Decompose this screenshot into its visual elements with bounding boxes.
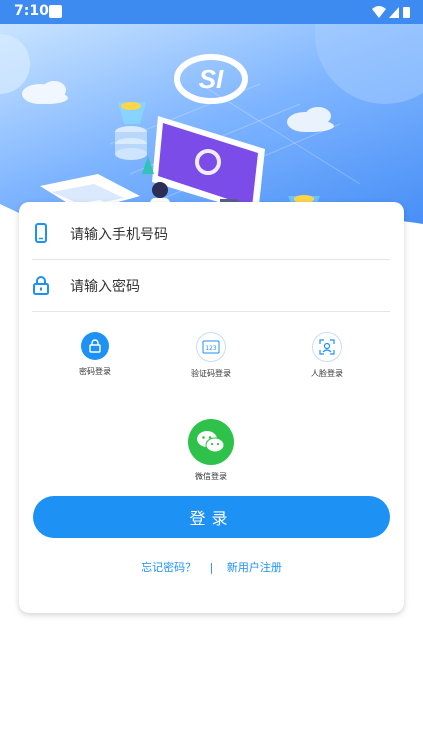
si-logo: SI: [174, 54, 248, 104]
register-link[interactable]: 新用户注册: [227, 561, 282, 574]
wechat-login[interactable]: 微信登录: [171, 419, 251, 482]
status-bar: 7:10: [0, 0, 423, 24]
wechat-icon: [188, 419, 234, 465]
login-method-code[interactable]: 123 验证码登录: [171, 332, 251, 379]
link-separator: |: [209, 561, 214, 574]
forgot-password-link[interactable]: 忘记密码？: [141, 561, 196, 574]
face-scan-icon: [312, 332, 342, 362]
notification-icon: [49, 5, 62, 18]
password-field: [32, 263, 390, 312]
status-time: 7:10: [14, 3, 49, 19]
lock-icon: [33, 276, 49, 295]
password-input[interactable]: [68, 273, 382, 301]
login-method-password[interactable]: 密码登录: [55, 332, 135, 377]
phone-icon: [35, 223, 47, 243]
svg-text:SI: SI: [199, 64, 224, 94]
status-icons: [372, 6, 410, 18]
svg-text:123: 123: [205, 345, 217, 352]
battery-icon: [403, 7, 410, 18]
coin-stack-icon: [115, 102, 147, 160]
phone-input[interactable]: [68, 221, 382, 249]
lock-icon: [81, 332, 109, 360]
login-method-label: 人脸登录: [311, 369, 343, 378]
code-123-icon: 123: [196, 332, 226, 362]
login-method-label: 密码登录: [79, 367, 111, 376]
login-method-face[interactable]: 人脸登录: [287, 332, 367, 379]
phone-field: [32, 211, 390, 260]
login-method-label: 验证码登录: [191, 369, 231, 378]
auth-links: 忘记密码？ | 新用户注册: [19, 559, 404, 575]
wechat-login-label: 微信登录: [195, 472, 227, 481]
login-button[interactable]: 登录: [33, 496, 390, 538]
signal-icon: [389, 7, 399, 18]
wifi-icon: [372, 6, 386, 18]
login-card: 密码登录 123 验证码登录 人脸登录: [19, 202, 404, 613]
